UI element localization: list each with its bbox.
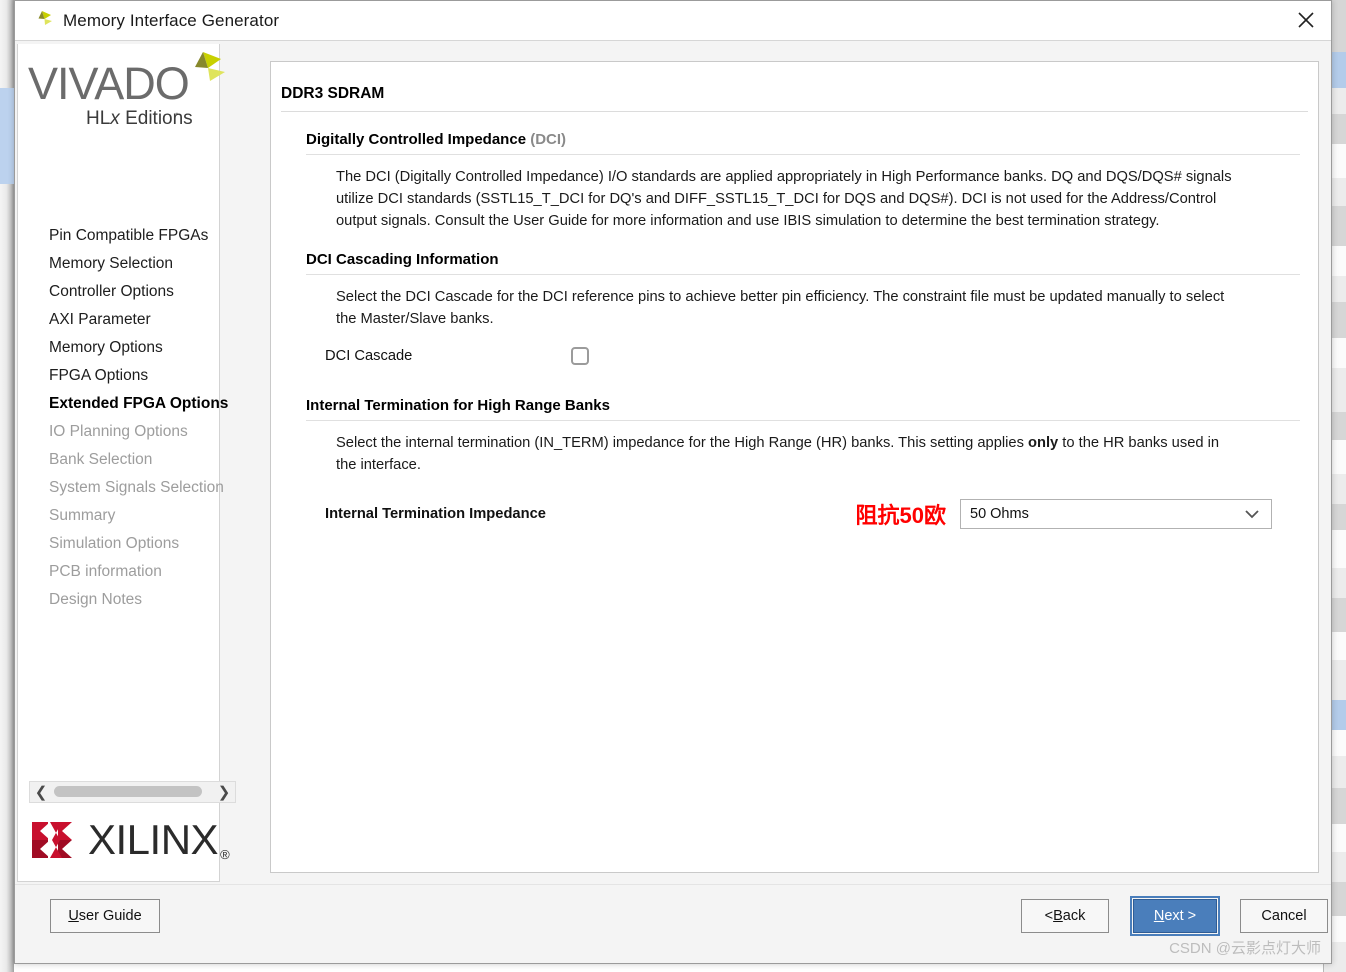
sidebar-item-pin-compatible-fpgas[interactable]: Pin Compatible FPGAs [18,222,221,250]
sidebar-item-memory-selection[interactable]: Memory Selection [18,250,221,278]
sidebar-item-fpga-options[interactable]: FPGA Options [18,362,221,390]
cancel-button[interactable]: Cancel [1240,899,1328,933]
page-title-divider [281,111,1308,112]
internal-termination-label: Internal Termination Impedance [325,506,546,522]
csdn-watermark: CSDN @云影点灯大师 [1169,940,1321,957]
sidebar-item-design-notes: Design Notes [49,591,143,608]
back-accel: B [1053,908,1063,924]
red-annotation: 阻抗50欧 [855,503,946,528]
sidebar-item-bank-selection: Bank Selection [49,451,153,468]
section-dci-cascading: DCI Cascading Information Select the DCI… [271,251,1318,365]
back-button[interactable]: < Back [1021,899,1109,933]
section-internal-termination: Internal Termination for High Range Bank… [271,397,1318,530]
dci-cascade-checkbox[interactable] [571,347,589,365]
chevron-left-icon[interactable]: ❮ [30,785,52,800]
vivado-pinwheel-icon [180,50,226,94]
background-selection-band [0,88,14,184]
vivado-logo: VIVADO . HLx Editions [24,52,225,142]
chevron-right-icon[interactable]: ❯ [213,785,235,800]
vivado-wordmark: VIVADO [28,58,190,109]
back-prefix: < [1044,908,1054,924]
section-divider [306,420,1300,421]
window-title: Memory Interface Generator [63,10,280,30]
sidebar-item-simulation-options: Simulation Options [49,535,180,552]
sidebar-item-axi-parameter[interactable]: AXI Parameter [18,306,221,334]
sidebar-item-memory-options[interactable]: Memory Options [18,334,221,362]
sidebar-horizontal-scrollbar[interactable]: ❮ ❯ [29,781,236,803]
sidebar-item-extended-fpga-options[interactable]: Extended FPGA Options [18,390,228,418]
sidebar: VIVADO . HLx Editions Pin Compatible FPG… [17,44,236,882]
section-body-text: Select the internal termination (IN_TERM… [336,432,1240,476]
scrollbar-thumb[interactable] [54,786,202,797]
section-heading: DCI Cascading Information [306,251,499,268]
dialog-body: VIVADO . HLx Editions Pin Compatible FPG… [15,40,1331,886]
scrollbar-track[interactable] [52,781,213,803]
user-guide-button[interactable]: User Guide [50,899,160,933]
section-heading-muted: (DCI) [530,131,567,148]
xilinx-wordmark: XILINX [88,816,219,863]
page-title: DDR3 SDRAM [281,85,385,102]
section-body-emphasis: only [1028,435,1059,451]
dci-cascade-field-row: DCI Cascade [325,347,1318,365]
sidebar-nav: Pin Compatible FPGAs Memory Selection Cont… [18,222,228,614]
dropdown-selected-value: 50 Ohms [970,506,1029,522]
section-dci: Digitally Controlled Impedance (DCI) The… [271,131,1318,232]
next-accel: N [1153,908,1165,924]
next-rest: ext > [1164,908,1197,924]
user-guide-rest: ser Guide [78,908,142,924]
section-heading: Digitally Controlled Impedance (DCI) [306,131,1300,148]
vivado-pinwheel-icon [31,10,53,32]
sidebar-item-summary: Summary [49,507,116,524]
user-guide-accel: U [68,908,79,924]
screen-root: Memory Interface Generator VIVADO . HLx … [0,0,1346,972]
memory-interface-generator-dialog: Memory Interface Generator VIVADO . HLx … [14,0,1332,964]
sidebar-item-io-planning-options: IO Planning Options [49,423,188,440]
xilinx-x-icon [28,818,76,862]
dci-cascade-label: DCI Cascade [325,348,413,364]
section-divider [306,154,1300,155]
dialog-footer: User Guide < Back Next > Cancel CSDN @云影… [15,884,1331,963]
section-body-text: Select the DCI Cascade for the DCI refer… [336,289,1225,327]
internal-termination-dropdown[interactable]: 50 Ohms [960,499,1272,529]
sidebar-item-system-signals-selection: System Signals Selection [49,479,224,496]
back-rest: ack [1062,908,1086,924]
section-heading: Internal Termination for High Range Bank… [306,397,610,414]
section-body-text: The DCI (Digitally Controlled Impedance)… [336,169,1232,229]
sidebar-item-controller-options[interactable]: Controller Options [18,278,221,306]
xilinx-logo: XILINX ® [28,813,230,867]
vivado-subtitle-pre: HL [86,108,111,129]
vivado-subtitle-italic: x [110,108,120,129]
next-button[interactable]: Next > [1130,896,1220,936]
sidebar-item-pcb-information: PCB information [49,563,162,580]
background-left-strip [0,0,14,972]
internal-termination-field-row: Internal Termination Impedance 阻抗50欧 50 … [325,498,1318,530]
section-heading-text: Digitally Controlled Impedance [306,131,527,148]
vivado-subtitle: HLx Editions [86,108,193,130]
section-divider [306,274,1300,275]
close-icon[interactable] [1281,1,1331,39]
xilinx-registered-mark: ® [220,847,230,862]
vivado-subtitle-post: Editions [119,108,193,129]
content-pane: DDR3 SDRAM Digitally Controlled Impedanc… [270,61,1319,873]
chevron-down-icon[interactable] [1244,509,1271,519]
title-bar: Memory Interface Generator [15,1,1331,41]
section-body-pre: Select the internal termination (IN_TERM… [336,435,1028,451]
cancel-label: Cancel [1261,908,1307,924]
